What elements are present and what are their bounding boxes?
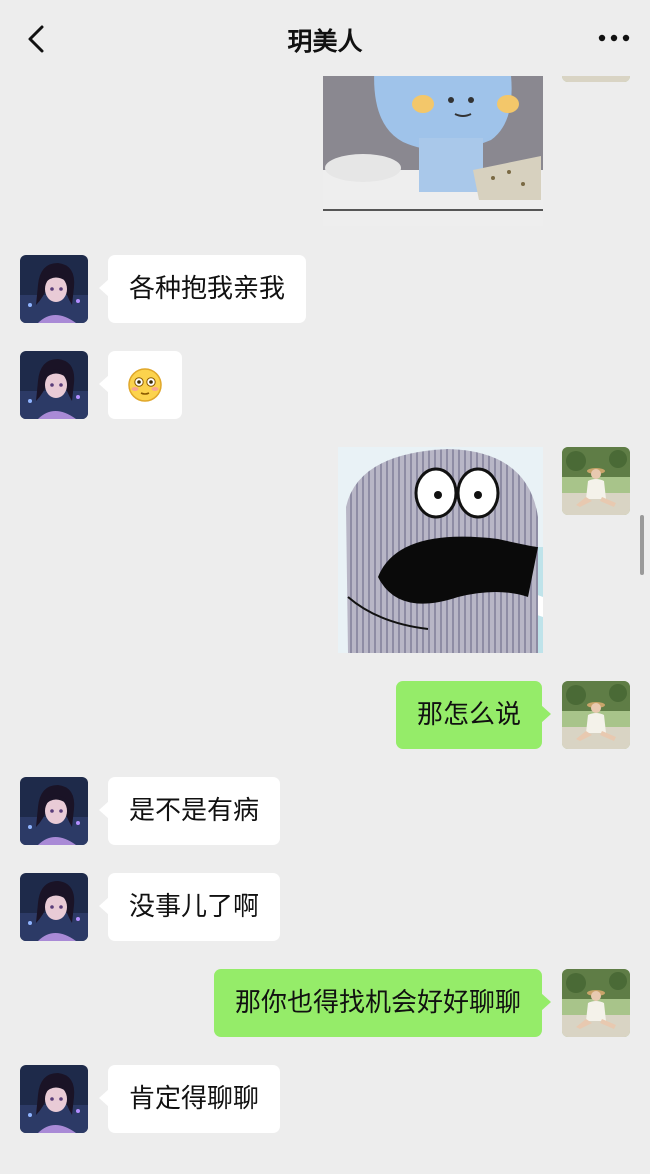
contact-avatar[interactable] [20, 255, 88, 323]
surprised-whale-sticker[interactable] [338, 447, 543, 653]
message-bubble-incoming[interactable]: 各种抱我亲我 [98, 255, 307, 323]
contact-avatar[interactable] [20, 873, 88, 941]
message-bubble-incoming[interactable]: 是不是有病 [98, 777, 281, 845]
message-bubble-outgoing[interactable]: 那怎么说 [395, 681, 552, 749]
my-avatar[interactable] [562, 447, 630, 515]
message-bubble-outgoing[interactable]: 那你也得找机会好好聊聊 [213, 969, 552, 1037]
flushed-face-emoji [128, 368, 162, 402]
contact-avatar[interactable] [20, 351, 88, 419]
more-options-icon[interactable] [596, 26, 632, 50]
my-avatar[interactable] [562, 969, 630, 1037]
chat-title: 玥美人 [287, 27, 363, 56]
contact-avatar[interactable] [20, 777, 88, 845]
blue-character-sticker[interactable] [323, 60, 543, 226]
message-bubble-incoming[interactable] [99, 351, 182, 419]
contact-avatar[interactable] [20, 1065, 88, 1133]
my-avatar[interactable] [562, 681, 630, 749]
message-bubble-incoming[interactable]: 肯定得聊聊 [98, 1065, 281, 1133]
scrollbar[interactable] [640, 515, 644, 575]
chat-header: 玥美人 [0, 0, 650, 76]
message-bubble-incoming[interactable]: 没事儿了啊 [98, 873, 281, 941]
chat-area[interactable]: 各种抱我亲我 那怎么说 是不是有病 没事儿了啊 那你也得找机会好好聊聊 肯定得聊… [0, 0, 650, 1174]
